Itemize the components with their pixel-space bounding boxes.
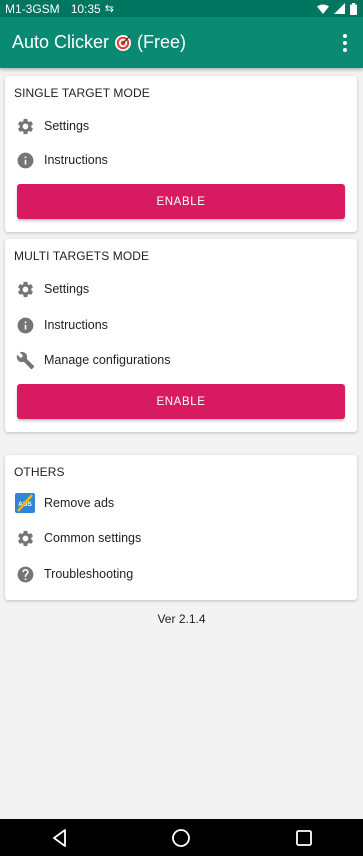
single-target-instructions[interactable]: Instructions (5, 144, 357, 176)
multi-targets-settings[interactable]: Settings (5, 273, 357, 305)
app-title-suffix: (Free) (137, 32, 187, 52)
info-icon (15, 150, 35, 170)
app-version: Ver 2.1.4 (157, 612, 206, 626)
multi-targets-settings-label: Settings (44, 282, 90, 296)
home-icon[interactable] (170, 827, 192, 849)
gear-icon (15, 279, 35, 299)
ads-icon: ADS (15, 493, 35, 513)
troubleshooting-label: Troubleshooting (44, 567, 134, 581)
gear-icon (15, 528, 35, 548)
multi-targets-title: MULTI TARGETS MODE (14, 249, 150, 263)
single-target-settings-label: Settings (44, 119, 90, 133)
help-icon (15, 564, 35, 584)
single-target-settings[interactable]: Settings (5, 110, 357, 142)
single-target-enable-button[interactable]: ENABLE (17, 184, 345, 219)
status-bar: M1-3GSM 10:35 ⇆ (0, 0, 363, 17)
single-target-card: SINGLE TARGET MODE Settings Instructions… (5, 76, 357, 232)
status-icons (317, 2, 357, 15)
remove-ads-label: Remove ads (44, 496, 115, 510)
menu-dot (343, 40, 347, 45)
app-bar: Auto Clicker (Free) (0, 17, 363, 68)
target-icon (115, 34, 132, 51)
app-title: Auto Clicker (Free) (12, 32, 186, 53)
app-title-text: Auto Clicker (12, 32, 110, 52)
menu-dot (343, 47, 347, 52)
common-settings[interactable]: Common settings (5, 522, 357, 554)
wifi-icon (317, 4, 329, 14)
others-title: OTHERS (14, 465, 65, 479)
more-vert-icon[interactable] (335, 28, 355, 58)
signal-icon (334, 3, 345, 14)
multi-targets-enable-button[interactable]: ENABLE (17, 384, 345, 419)
single-target-title: SINGLE TARGET MODE (14, 86, 150, 100)
single-target-instructions-label: Instructions (44, 153, 108, 167)
manage-configurations[interactable]: Manage configurations (5, 344, 357, 376)
troubleshooting[interactable]: Troubleshooting (5, 558, 357, 590)
info-icon (15, 315, 35, 335)
wrench-icon (15, 350, 35, 370)
others-card: OTHERS ADS Remove ads Common settings Tr… (5, 455, 357, 600)
status-time: 10:35 (70, 1, 101, 16)
multi-targets-instructions-label: Instructions (44, 318, 108, 332)
carrier-name: M1-3GSM (5, 1, 60, 16)
back-icon[interactable] (49, 827, 71, 849)
navigation-bar (0, 819, 363, 856)
multi-targets-instructions[interactable]: Instructions (5, 309, 357, 341)
menu-dot (343, 33, 347, 38)
multi-targets-card: MULTI TARGETS MODE Settings Instructions… (5, 239, 357, 432)
recents-icon[interactable] (293, 827, 315, 849)
sync-icon: ⇆ (104, 3, 114, 15)
battery-icon (350, 2, 357, 15)
common-settings-label: Common settings (44, 531, 142, 545)
gear-icon (15, 116, 35, 136)
manage-configurations-label: Manage configurations (44, 353, 171, 367)
remove-ads[interactable]: ADS Remove ads (5, 487, 357, 519)
